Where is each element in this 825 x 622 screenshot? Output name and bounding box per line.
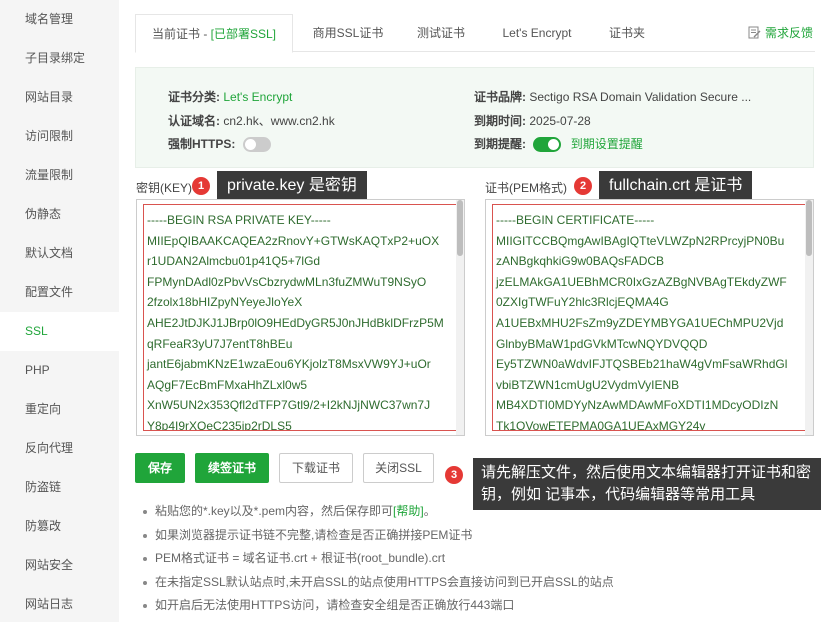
bullet-icon (143, 533, 147, 538)
private-key-textarea[interactable]: -----BEGIN RSA PRIVATE KEY----- MIIEpQIB… (136, 199, 465, 436)
sidebar-item[interactable]: 域名管理 (0, 0, 119, 39)
certificate-textarea[interactable]: -----BEGIN CERTIFICATE----- MIIGITCCBQmg… (485, 199, 814, 436)
sidebar-item[interactable]: 访问限制 (0, 117, 119, 156)
sidebar-item[interactable]: 网站日志 (0, 585, 119, 622)
download-cert-button[interactable]: 下载证书 (279, 453, 353, 483)
feedback-link[interactable]: 需求反馈 (748, 14, 813, 52)
tip-item: 粘贴您的*.key以及*.pem内容，然后保存即可[帮助]。 (143, 500, 815, 524)
private-key-highlight: -----BEGIN RSA PRIVATE KEY----- MIIEpQIB… (143, 204, 457, 431)
tip-2-text: 如果浏览器提示证书链不完整,请检查是否正确拼接PEM证书 (155, 527, 473, 542)
sidebar-item[interactable]: 反向代理 (0, 429, 119, 468)
sidebar: 域名管理 子目录绑定 网站目录 访问限制 流量限制 伪静态 默认文档 配置文件 SSL PHP 重定… (0, 0, 119, 622)
toggle-knob (548, 139, 560, 151)
bullet-icon (143, 510, 147, 514)
sidebar-item[interactable]: 重定向 (0, 390, 119, 429)
cert-category-row: 证书分类: Let's Encrypt (168, 88, 292, 105)
tab-cert-folder[interactable]: 证书夹 (597, 14, 657, 52)
tip-1-text: 粘贴您的*.key以及*.pem内容，然后保存即可 (155, 504, 394, 518)
cert-scrollbar-thumb[interactable] (806, 200, 812, 256)
ssl-tips-list: 粘贴您的*.key以及*.pem内容，然后保存即可[帮助]。 如果浏览器提示证书… (143, 500, 815, 618)
tip-item: PEM格式证书 = 域名证书.crt + 根证书(root_bundle).cr… (143, 547, 815, 571)
cert-domain-value: cn2.hk、www.cn2.hk (223, 114, 335, 128)
force-https-row: 强制HTTPS: (168, 135, 271, 153)
sidebar-item[interactable]: 网站目录 (0, 78, 119, 117)
cert-brand-value: Sectigo RSA Domain Validation Secure ... (529, 90, 752, 104)
ssl-tabs: 当前证书 - [已部署SSL] 商用SSL证书 测试证书 Let's Encry… (135, 14, 815, 53)
cert-expire-label: 到期时间: (474, 114, 526, 128)
cert-brand-label: 证书品牌: (474, 90, 526, 104)
cert-domain-label: 认证域名: (168, 114, 220, 128)
cert-expire-row: 到期时间: 2025-07-28 (474, 112, 591, 129)
bullet-icon (143, 604, 147, 608)
sidebar-item[interactable]: 配置文件 (0, 273, 119, 312)
cert-brand-row: 证书品牌: Sectigo RSA Domain Validation Secu… (474, 88, 751, 105)
tip-3-text: PEM格式证书 = 域名证书.crt + 根证书(root_bundle).cr… (155, 551, 446, 565)
sidebar-item[interactable]: 伪静态 (0, 195, 119, 234)
step-1-badge: 1 (192, 177, 210, 195)
sidebar-menu: 域名管理 子目录绑定 网站目录 访问限制 流量限制 伪静态 默认文档 配置文件 SSL PHP 重定… (0, 0, 119, 622)
tip-item: 如果浏览器提示证书链不完整,请检查是否正确拼接PEM证书 (143, 524, 815, 548)
cert-info-panel: 证书分类: Let's Encrypt 认证域名: cn2.hk、www.cn2… (135, 67, 814, 168)
key-callout: private.key 是密钥 (217, 171, 367, 201)
cert-category-label: 证书分类: (168, 90, 220, 104)
close-ssl-button[interactable]: 关闭SSL (363, 453, 434, 483)
expire-remind-row: 到期提醒: 到期设置提醒 (474, 135, 643, 153)
sidebar-item[interactable]: SSL (0, 312, 119, 351)
key-field-label: 密钥(KEY) (136, 181, 193, 195)
tip-1-suffix: 。 (423, 504, 436, 518)
sidebar-item[interactable]: 流量限制 (0, 156, 119, 195)
tip-4-text: 在未指定SSL默认站点时,未开启SSL的站点使用HTTPS会直接访问到已开启SS… (155, 574, 614, 589)
cert-domain-row: 认证域名: cn2.hk、www.cn2.hk (168, 112, 335, 129)
private-key-content: -----BEGIN RSA PRIVATE KEY----- MIIEpQIB… (147, 213, 444, 431)
force-https-label: 强制HTTPS: (168, 137, 236, 151)
tip-item: 如开启后无法使用HTTPS访问，请检查安全组是否正确放行443端口 (143, 594, 815, 618)
help-link[interactable]: [帮助] (393, 504, 424, 518)
sidebar-item[interactable]: 默认文档 (0, 234, 119, 273)
tab-current-cert-status: [已部署SSL] (210, 27, 277, 41)
certificate-highlight: -----BEGIN CERTIFICATE----- MIIGITCCBQmg… (492, 204, 806, 431)
save-button[interactable]: 保存 (135, 453, 185, 483)
cert-category-value: Let's Encrypt (223, 90, 293, 104)
sidebar-item[interactable]: 子目录绑定 (0, 39, 119, 78)
force-https-toggle[interactable] (242, 137, 271, 153)
sidebar-item[interactable]: PHP (0, 351, 119, 390)
sidebar-item[interactable]: 网站安全 (0, 546, 119, 585)
renew-cert-button[interactable]: 续签证书 (195, 453, 269, 483)
bullet-icon (143, 557, 147, 561)
toggle-knob (244, 139, 256, 151)
cert-callout: fullchain.crt 是证书 (599, 171, 753, 201)
cert-field-label: 证书(PEM格式) (485, 181, 567, 195)
bullet-icon (143, 580, 147, 585)
certificate-content: -----BEGIN CERTIFICATE----- MIIGITCCBQmg… (496, 213, 788, 431)
step-3-badge: 3 (445, 466, 463, 484)
edit-icon (748, 26, 761, 39)
cert-scrollbar[interactable] (805, 200, 813, 435)
tab-current-cert[interactable]: 当前证书 - [已部署SSL] (135, 14, 293, 53)
tip-5-text: 如开启后无法使用HTTPS访问，请检查安全组是否正确放行443端口 (155, 598, 515, 612)
tab-commercial-ssl[interactable]: 商用SSL证书 (305, 14, 391, 52)
main-panel: 当前证书 - [已部署SSL] 商用SSL证书 测试证书 Let's Encry… (119, 0, 825, 622)
tab-letsencrypt[interactable]: Let's Encrypt (491, 14, 583, 52)
expire-remind-toggle[interactable] (533, 137, 562, 153)
tab-current-cert-label: 当前证书 - (151, 27, 211, 41)
tab-test-cert[interactable]: 测试证书 (405, 14, 477, 52)
cert-expire-value: 2025-07-28 (529, 114, 591, 128)
sidebar-item[interactable]: 防盗链 (0, 468, 119, 507)
sidebar-item[interactable]: 防篡改 (0, 507, 119, 546)
key-scrollbar[interactable] (456, 200, 464, 435)
tip-item: 在未指定SSL默认站点时,未开启SSL的站点使用HTTPS会直接访问到已开启SS… (143, 571, 815, 595)
expire-remind-label: 到期提醒: (474, 137, 526, 151)
feedback-label: 需求反馈 (764, 26, 813, 40)
expire-remind-settings-link[interactable]: 到期设置提醒 (571, 137, 643, 151)
key-scrollbar-thumb[interactable] (457, 200, 463, 256)
step-2-badge: 2 (574, 177, 592, 195)
